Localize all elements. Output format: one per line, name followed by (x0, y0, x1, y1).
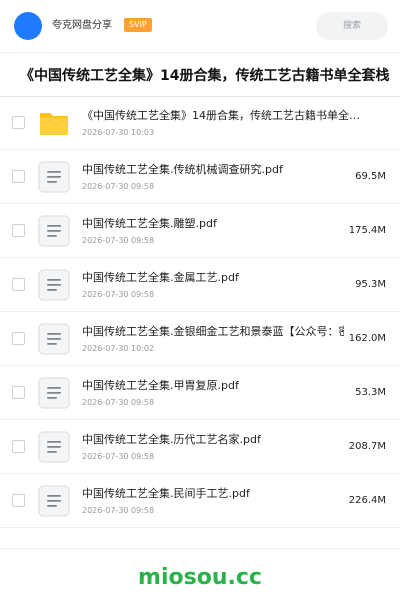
file-name[interactable]: 中国传统工艺全集.甲胄复原.pdf (82, 378, 344, 394)
document-icon (38, 431, 70, 463)
avatar[interactable] (14, 12, 42, 40)
file-row[interactable]: 中国传统工艺全集.金属工艺.pdf 2026-07-30 09:58 95.3M (0, 258, 400, 312)
file-list: 《中国传统工艺全集》14册合集，传统工艺古籍书单全… 2026-07-30 10:… (0, 96, 400, 528)
select-checkbox[interactable] (12, 440, 25, 453)
file-size: 226.4M (348, 495, 386, 506)
document-icon (38, 485, 70, 517)
file-size: 162.0M (348, 333, 386, 344)
document-icon (38, 215, 70, 247)
file-name[interactable]: 中国传统工艺全集.雕塑.pdf (82, 216, 344, 232)
file-row[interactable]: 中国传统工艺全集.民间手工艺.pdf 2026-07-30 09:58 226.4M (0, 474, 400, 528)
search-input[interactable]: 搜索 (316, 12, 388, 40)
file-row[interactable]: 中国传统工艺全集.金银细金工艺和景泰蓝【公众号：密 2026-07-30 10:0… (0, 312, 400, 366)
file-row[interactable]: 中国传统工艺全集.传统机械调查研究.pdf 2026-07-30 09:58 69.… (0, 150, 400, 204)
share-username: 夸克网盘分享 (52, 20, 112, 31)
document-icon (38, 269, 70, 301)
file-date: 2026-07-30 09:58 (82, 236, 155, 245)
select-checkbox[interactable] (12, 116, 25, 129)
file-size: 95.3M (355, 279, 386, 290)
file-date: 2026-07-30 09:58 (82, 182, 155, 191)
file-size: 208.7M (348, 441, 386, 452)
file-name[interactable]: 《中国传统工艺全集》14册合集，传统工艺古籍书单全… (82, 108, 362, 124)
file-date: 2026-07-30 09:58 (82, 398, 155, 407)
file-date: 2026-07-30 10:03 (82, 128, 155, 137)
document-icon (38, 161, 70, 193)
select-checkbox[interactable] (12, 278, 25, 291)
select-checkbox[interactable] (12, 170, 25, 183)
file-name[interactable]: 中国传统工艺全集.金银细金工艺和景泰蓝【公众号：密 (82, 324, 344, 340)
select-checkbox[interactable] (12, 332, 25, 345)
document-icon (38, 323, 70, 355)
file-row[interactable]: 中国传统工艺全集.历代工艺名家.pdf 2026-07-30 09:58 208.7… (0, 420, 400, 474)
file-date: 2026-07-30 09:58 (82, 452, 155, 461)
file-name[interactable]: 中国传统工艺全集.历代工艺名家.pdf (82, 432, 344, 448)
file-name[interactable]: 中国传统工艺全集.民间手工艺.pdf (82, 486, 344, 502)
file-name[interactable]: 中国传统工艺全集.传统机械调查研究.pdf (82, 162, 344, 178)
file-size: 175.4M (348, 225, 386, 236)
file-date: 2026-07-30 09:58 (82, 506, 155, 515)
share-title: 《中国传统工艺全集》14册合集，传统工艺古籍书单全套栈 (20, 68, 390, 84)
folder-row[interactable]: 《中国传统工艺全集》14册合集，传统工艺古籍书单全… 2026-07-30 10:… (0, 96, 400, 150)
document-icon (38, 377, 70, 409)
file-row[interactable]: 中国传统工艺全集.甲胄复原.pdf 2026-07-30 09:58 53.3M (0, 366, 400, 420)
svip-badge: SVIP (124, 18, 152, 32)
app-header: 夸克网盘分享 SVIP 搜索 (0, 0, 400, 52)
select-checkbox[interactable] (12, 386, 25, 399)
footer-divider (0, 548, 400, 549)
file-name[interactable]: 中国传统工艺全集.金属工艺.pdf (82, 270, 344, 286)
watermark: miosou.cc (138, 565, 262, 590)
file-size: 69.5M (355, 171, 386, 182)
select-checkbox[interactable] (12, 224, 25, 237)
file-row[interactable]: 中国传统工艺全集.雕塑.pdf 2026-07-30 09:58 175.4M (0, 204, 400, 258)
select-checkbox[interactable] (12, 494, 25, 507)
file-date: 2026-07-30 09:58 (82, 290, 155, 299)
file-size: 53.3M (355, 387, 386, 398)
folder-icon (38, 107, 70, 139)
header-divider (0, 52, 400, 53)
file-date: 2026-07-30 10:02 (82, 344, 155, 353)
